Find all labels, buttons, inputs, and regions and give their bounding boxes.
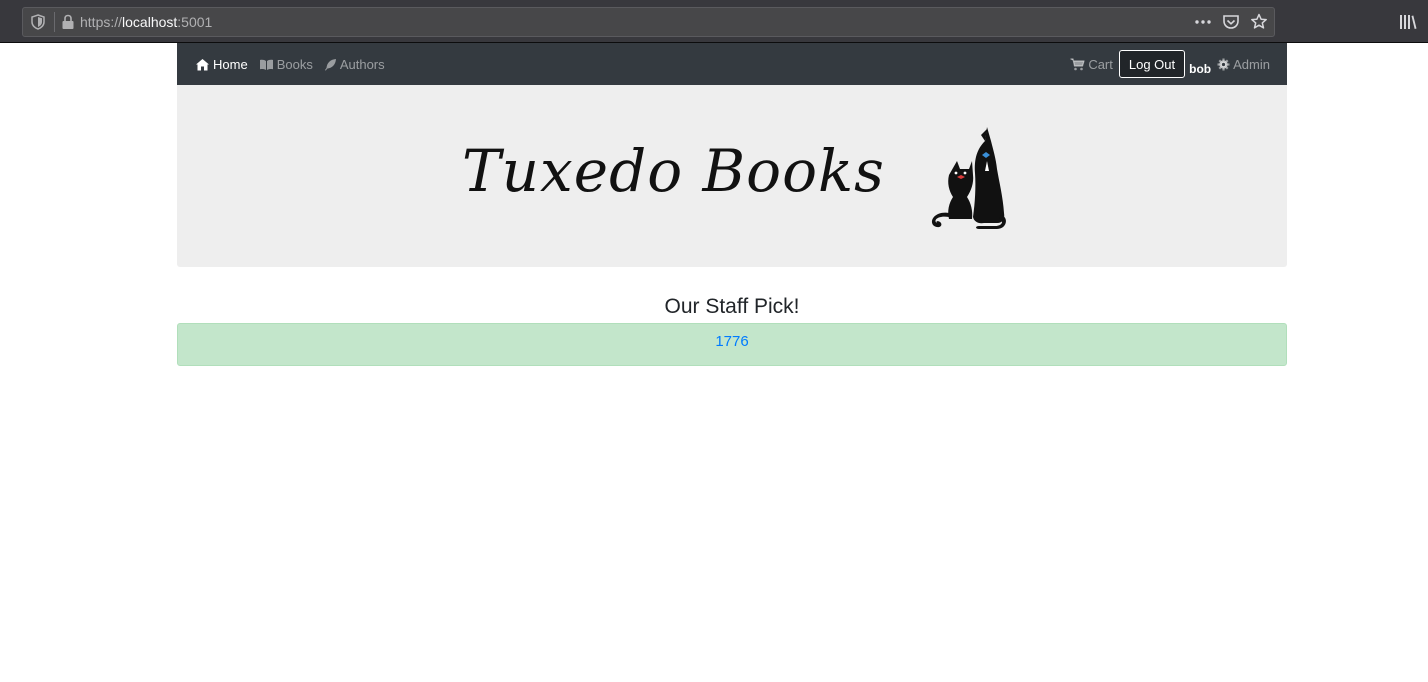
url-scheme: https:// xyxy=(80,14,123,30)
nav-admin[interactable]: Admin xyxy=(1217,57,1270,72)
home-icon xyxy=(196,58,209,70)
more-icon[interactable] xyxy=(1194,12,1212,32)
library-icon[interactable] xyxy=(1398,12,1418,32)
pocket-icon[interactable] xyxy=(1222,12,1240,32)
nav-books-label: Books xyxy=(276,56,313,72)
staff-pick-heading: Our Staff Pick! xyxy=(664,295,800,318)
nav-authors[interactable]: Authors xyxy=(324,57,385,72)
nav-home-label: Home xyxy=(213,56,248,72)
hero-banner: Tuxedo Books xyxy=(177,85,1287,267)
username-label: bob xyxy=(1189,62,1212,76)
staff-pick-book-link[interactable]: 1776 xyxy=(715,333,748,350)
site-container: Home Books Authors Cart Log Out bob Admi… xyxy=(177,43,1287,366)
nav-home[interactable]: Home xyxy=(195,57,248,72)
url-host: localhost xyxy=(122,14,178,30)
nav-books[interactable]: Books xyxy=(259,57,313,72)
url-text[interactable]: https://localhost:5001 xyxy=(80,14,212,30)
nav-authors-label: Authors xyxy=(339,56,385,72)
site-logo-text: Tuxedo Books xyxy=(462,137,885,205)
star-icon[interactable] xyxy=(1250,12,1268,32)
lock-icon[interactable] xyxy=(61,14,75,30)
staff-pick-alert: 1776 xyxy=(177,323,1287,366)
book-open-icon xyxy=(259,59,273,70)
url-separator xyxy=(54,12,55,32)
tuxedo-cats-logo xyxy=(931,127,1006,229)
shield-icon[interactable] xyxy=(31,14,45,30)
browser-toolbar: https://localhost:5001 xyxy=(0,0,1428,43)
nav-cart-label: Cart xyxy=(1088,56,1113,72)
url-port: :5001 xyxy=(177,14,213,30)
url-bar[interactable]: https://localhost:5001 xyxy=(22,7,1275,37)
main-navbar: Home Books Authors Cart Log Out bob Admi… xyxy=(177,43,1287,85)
nav-cart[interactable]: Cart xyxy=(1070,57,1113,72)
feather-icon xyxy=(324,58,336,71)
gear-icon xyxy=(1217,58,1230,70)
logout-button[interactable]: Log Out xyxy=(1118,50,1186,78)
cart-icon xyxy=(1070,57,1085,70)
nav-admin-label: Admin xyxy=(1233,56,1270,72)
